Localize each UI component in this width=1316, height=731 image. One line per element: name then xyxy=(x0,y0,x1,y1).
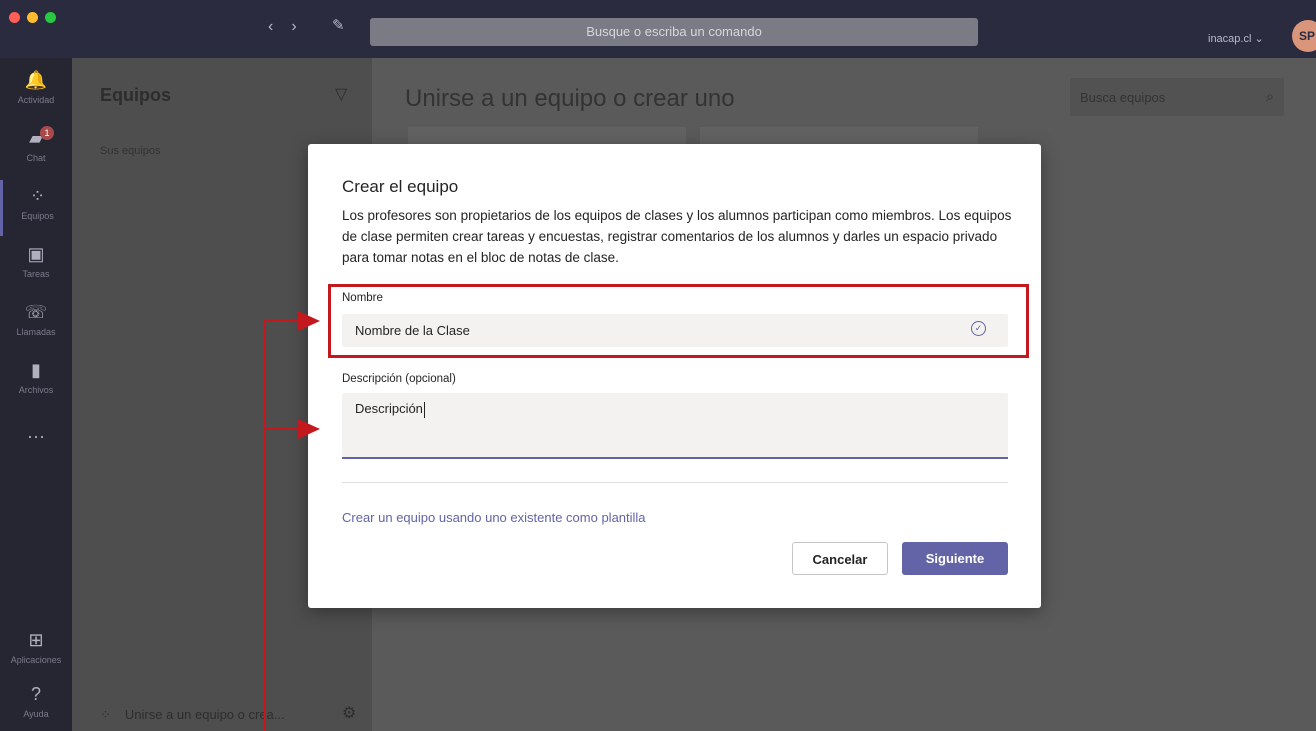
rail-item-label: Chat xyxy=(26,153,46,163)
annotation-line xyxy=(264,428,300,430)
next-button[interactable]: Siguiente xyxy=(902,542,1008,575)
annotation-line xyxy=(264,320,300,322)
app-rail: 🔔 Actividad ▰ 1 Chat ⁘ Equipos ▣ Tareas … xyxy=(0,58,72,731)
help-icon: ? xyxy=(30,684,41,704)
command-search-input[interactable]: Busque o escriba un comando xyxy=(370,18,978,46)
bell-icon: 🔔 xyxy=(24,70,48,90)
cancel-button[interactable]: Cancelar xyxy=(792,542,888,575)
chat-icon: ▰ xyxy=(29,128,43,148)
section-your-teams: Sus equipos xyxy=(100,145,161,157)
annotation-arrow xyxy=(298,311,320,331)
panel-title: Equipos xyxy=(100,85,171,105)
description-value: Descripción xyxy=(355,401,425,418)
rail-item-label: Equipos xyxy=(21,211,54,221)
tenant-switcher[interactable]: inacap.cl ⌄ xyxy=(1208,32,1264,45)
dialog-description: Los profesores son propietarios de los e… xyxy=(342,208,1012,265)
gear-icon[interactable]: ⚙ xyxy=(342,703,356,723)
rail-item-aplicaciones[interactable]: ⊞ Aplicaciones xyxy=(0,624,72,680)
teams-icon: ⁘ xyxy=(100,707,111,722)
assignments-icon: ▣ xyxy=(27,244,45,264)
rail-item-label: Archivos xyxy=(18,385,54,395)
phone-icon: ☏ xyxy=(24,302,48,322)
search-placeholder: Busca equipos xyxy=(1080,90,1166,105)
files-icon: ▮ xyxy=(31,360,41,380)
highlight-box xyxy=(328,284,1029,358)
create-team-dialog: Crear el equipo Los profesores son propi… xyxy=(308,144,1041,608)
template-link[interactable]: Crear un equipo usando uno existente com… xyxy=(342,510,646,525)
page-title: Unirse a un equipo o crear uno xyxy=(405,85,735,112)
rail-item-label: Aplicaciones xyxy=(10,655,62,665)
compose-icon[interactable]: ✎ xyxy=(332,16,345,34)
search-icon[interactable]: ⌕ xyxy=(1266,88,1274,105)
rail-item-label: Llamadas xyxy=(16,327,56,337)
rail-item-llamadas[interactable]: ☏ Llamadas xyxy=(0,296,72,352)
close-window-button[interactable] xyxy=(9,12,20,23)
rail-item-archivos[interactable]: ▮ Archivos xyxy=(0,354,72,410)
rail-item-label: Tareas xyxy=(22,269,50,279)
forward-arrow-icon[interactable]: › xyxy=(291,18,296,36)
maximize-window-button[interactable] xyxy=(45,12,56,23)
unread-badge: 1 xyxy=(40,126,54,140)
rail-item-ayuda[interactable]: ? Ayuda xyxy=(0,678,72,731)
join-create-team-link[interactable]: ⁘ Unirse a un equipo o crea... xyxy=(100,707,285,723)
divider xyxy=(342,482,1008,483)
description-field[interactable]: Descripción xyxy=(342,393,1008,459)
back-arrow-icon[interactable]: ‹ xyxy=(268,18,273,36)
avatar[interactable]: SP xyxy=(1292,20,1316,52)
rail-item-actividad[interactable]: 🔔 Actividad xyxy=(0,64,72,120)
window-controls xyxy=(9,12,56,23)
rail-item-label: Ayuda xyxy=(23,709,49,719)
minimize-window-button[interactable] xyxy=(27,12,38,23)
history-nav: ‹ › xyxy=(268,18,297,36)
dialog-title: Crear el equipo xyxy=(342,177,459,196)
rail-item-equipos[interactable]: ⁘ Equipos xyxy=(0,180,72,236)
rail-item-chat[interactable]: ▰ 1 Chat xyxy=(0,122,72,178)
join-create-label: Unirse a un equipo o crea... xyxy=(124,707,285,722)
title-bar: ‹ › ✎ Busque o escriba un comando inacap… xyxy=(0,0,1316,58)
filter-icon[interactable]: ▽ xyxy=(335,84,347,104)
more-icon: ··· xyxy=(27,426,45,446)
description-label: Descripción (opcional) xyxy=(342,373,456,385)
annotation-line xyxy=(264,320,266,731)
rail-item-label: Actividad xyxy=(17,95,55,105)
apps-icon: ⊞ xyxy=(28,630,44,650)
rail-item-more[interactable]: ··· xyxy=(0,420,72,476)
team-search-input[interactable]: Busca equipos ⌕ xyxy=(1070,78,1284,116)
teams-icon: ⁘ xyxy=(29,186,46,206)
annotation-arrow xyxy=(298,419,320,439)
rail-item-tareas[interactable]: ▣ Tareas xyxy=(0,238,72,294)
